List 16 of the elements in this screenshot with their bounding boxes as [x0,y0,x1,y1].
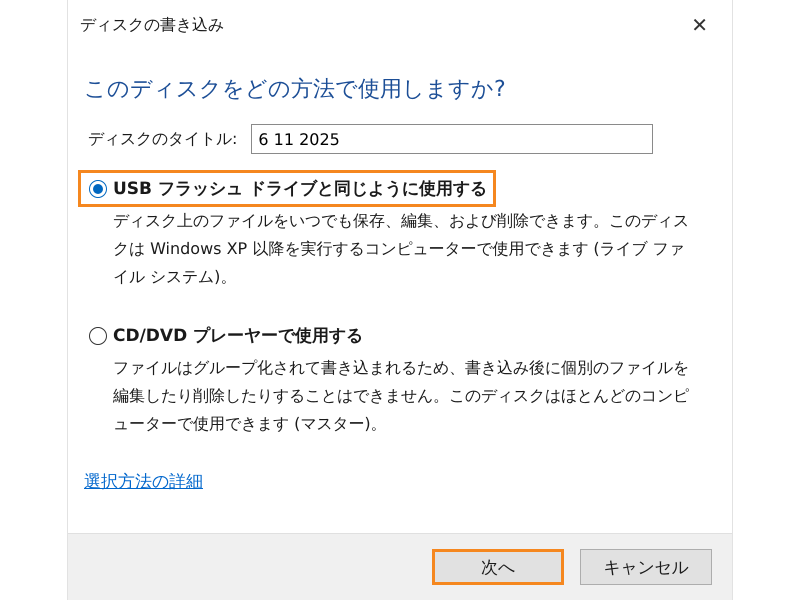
window-title: ディスクの書き込み [80,14,224,36]
radio-button[interactable] [89,180,107,198]
dialog-button[interactable]: 次へ [432,549,564,585]
option-label: CD/DVD プレーヤーで使用する [113,325,364,347]
option-description: ファイルはグループ化されて書き込まれるため、書き込み後に個別のファイルを編集したり削除したりすることはできません。このディスクはほとんどのコンピューターで使用できます (マスター)。 [113,357,690,435]
help-link[interactable]: 選択方法の詳細 [84,470,203,493]
highlighted-option[interactable]: USB フラッシュ ドライブと同じように使用する [78,170,496,207]
disc-title-field[interactable]: 6 11 2025 [251,124,654,154]
option-row[interactable]: CD/DVD プレーヤーで使用する [78,317,372,354]
dialog-heading: このディスクをどの方法で使用しますか? [84,76,507,104]
dialog-button[interactable]: キャンセル [580,549,712,585]
option-description: ディスク上のファイルをいつでも保存、編集、および削除できます。このディスクは Windows XP 以降を実行するコンピューターで使用できます (ライブ ファイル システム)。 [113,210,690,288]
close-button[interactable]: ✕ [683,9,716,41]
disc-title-label: ディスクのタイトル: [88,128,238,150]
radio-button[interactable] [89,326,107,344]
option-label: USB フラッシュ ドライブと同じように使用する [113,178,487,200]
